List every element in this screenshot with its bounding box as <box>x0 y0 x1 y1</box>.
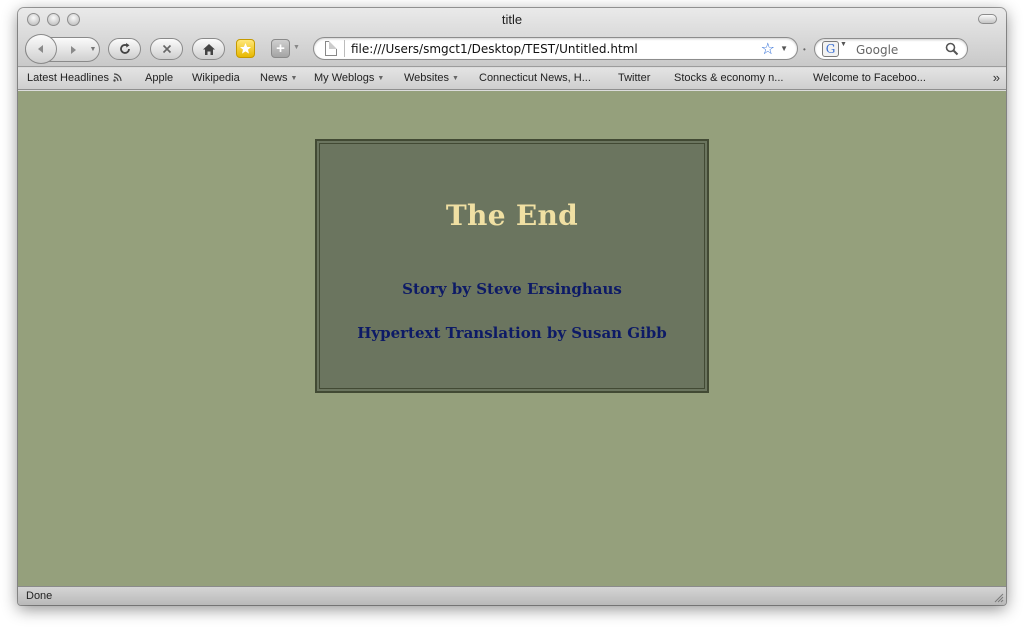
resize-grip-icon[interactable] <box>992 591 1004 603</box>
bookmark-twitter[interactable]: Twitter <box>618 72 650 84</box>
add-bookmark-button[interactable]: + <box>271 39 290 58</box>
search-icon[interactable] <box>945 42 959 56</box>
chevron-down-icon: ▼ <box>89 46 97 53</box>
chevron-down-icon: ▼ <box>290 75 298 82</box>
window-title: title <box>501 12 523 27</box>
browser-window: title ▼ + ▼ file:///Users/smgct1/Desktop… <box>18 8 1006 605</box>
page-icon <box>325 41 337 56</box>
toolbar-toggle-button[interactable] <box>978 14 997 24</box>
bookmark-latest-headlines[interactable]: Latest Headlines <box>27 72 122 84</box>
search-field[interactable]: G ▼ Google <box>814 38 968 60</box>
bookmark-star-button[interactable] <box>236 39 255 58</box>
home-button[interactable] <box>192 38 225 60</box>
reload-button[interactable] <box>108 38 141 60</box>
bookmark-apple[interactable]: Apple <box>145 72 173 84</box>
bookmarks-overflow-icon[interactable]: » <box>993 70 1000 85</box>
page-heading: The End <box>445 199 579 232</box>
browser-toolbar: title ▼ + ▼ file:///Users/smgct1/Desktop… <box>18 8 1006 67</box>
bookmark-facebook[interactable]: Welcome to Faceboo... <box>813 72 926 84</box>
google-search-engine-icon[interactable]: G <box>822 41 839 57</box>
chevron-down-icon: ▼ <box>377 75 385 82</box>
stop-icon <box>162 44 171 54</box>
forward-button[interactable] <box>60 37 86 62</box>
bookmark-stocks-economy[interactable]: Stocks & economy n... <box>674 72 783 84</box>
translation-credit: Hypertext Translation by Susan Gibb <box>357 324 667 342</box>
plus-icon: + <box>276 40 285 57</box>
page-content: The End Story by Steve Ersinghaus Hypert… <box>18 91 1006 586</box>
chevron-down-icon[interactable]: ▼ <box>840 41 847 48</box>
bookmark-page-star-icon[interactable]: ☆ <box>761 39 775 59</box>
chevron-down-icon: ▼ <box>452 75 459 82</box>
chevron-down-icon[interactable]: ▼ <box>780 44 788 53</box>
bookmarks-bar: Latest Headlines Apple Wikipedia News ▼ M… <box>18 68 1006 90</box>
end-title-box-inner-border <box>319 143 705 389</box>
end-title-box: The End Story by Steve Ersinghaus Hypert… <box>315 139 709 393</box>
address-bar[interactable]: file:///Users/smgct1/Desktop/TEST/Untitl… <box>313 37 798 60</box>
search-placeholder: Google <box>856 43 899 57</box>
bookmark-wikipedia[interactable]: Wikipedia <box>192 72 240 84</box>
history-dropdown-button[interactable]: ▼ <box>86 37 100 62</box>
home-icon <box>202 43 215 55</box>
reload-icon <box>119 43 130 54</box>
bookmark-news-menu[interactable]: News ▼ <box>260 72 297 84</box>
star-icon <box>240 43 251 54</box>
forward-arrow-icon <box>71 45 76 54</box>
back-button[interactable] <box>25 34 57 64</box>
status-text: Done <box>26 590 53 602</box>
address-divider <box>344 40 345 57</box>
bookmark-websites-menu[interactable]: Websites ▼ <box>404 72 459 84</box>
rss-icon <box>113 73 122 82</box>
back-arrow-icon <box>38 45 43 53</box>
add-bookmark-dropdown[interactable]: ▼ <box>293 44 300 51</box>
stop-button[interactable] <box>150 38 183 60</box>
resize-dot-icon: • <box>803 45 806 54</box>
bookmark-connecticut-news[interactable]: Connecticut News, H... <box>479 72 591 84</box>
chevron-down-icon: ▼ <box>293 44 300 51</box>
story-credit: Story by Steve Ersinghaus <box>402 280 622 298</box>
status-bar: Done <box>18 586 1006 605</box>
url-text[interactable]: file:///Users/smgct1/Desktop/TEST/Untitl… <box>351 42 638 56</box>
bookmark-my-weblogs-menu[interactable]: My Weblogs ▼ <box>314 72 384 84</box>
